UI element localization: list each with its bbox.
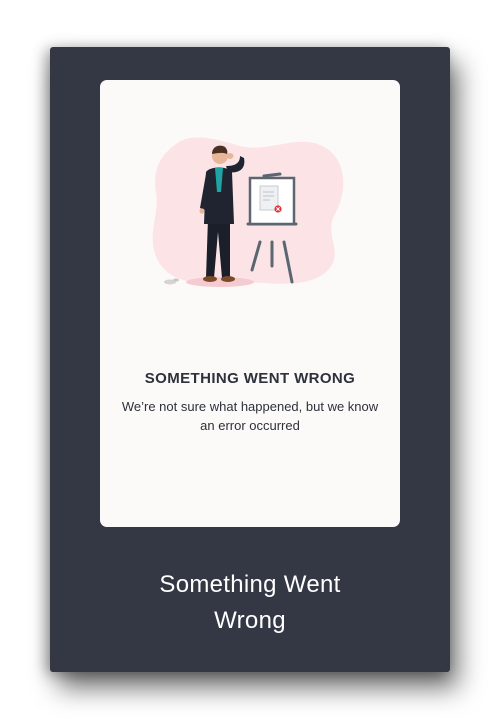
caption-line-2: Wrong <box>214 607 286 634</box>
background-blob <box>152 137 344 284</box>
error-preview-frame: SOMETHING WENT WRONG We’re not sure what… <box>50 47 450 672</box>
error-message: We’re not sure what happened, but we kno… <box>121 399 379 433</box>
man-facepalm-at-error-easel-illustration <box>152 137 344 287</box>
caption: Something Went Wrong <box>50 567 450 639</box>
error-card: SOMETHING WENT WRONG We’re not sure what… <box>100 80 400 527</box>
caption-line-1: Something Went <box>159 571 341 598</box>
error-title: SOMETHING WENT WRONG <box>144 370 356 387</box>
